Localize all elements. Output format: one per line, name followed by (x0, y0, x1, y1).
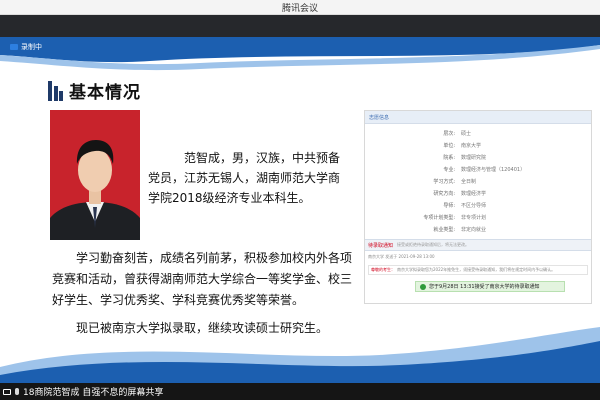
message-text: 南京大学拟录取您为2022年推免生，须接受待录取通知，我们将在规定时间内予以确认… (397, 267, 556, 272)
notice-message: 尊敬的考生： 南京大学拟录取您为2022年推免生，须接受待录取通知，我们将在规定… (368, 265, 588, 275)
row-value: 数理经济与管理（120401） (461, 167, 526, 173)
portrait-image (50, 110, 140, 240)
document-row: 导师: 不区分导师 (365, 201, 591, 210)
window-title: 腾讯会议 (281, 3, 318, 14)
row-value: 硕士 (461, 131, 472, 137)
notice-meta: 南京大学 发送于 2021-09-28 13:00 (368, 254, 435, 259)
document-row: 专项计划类型: 非专项计划 (365, 213, 591, 222)
document-row: 专业: 数理经济与管理（120401） (365, 165, 591, 174)
intro-line: 范智成，男，汉族，中共预备 (184, 151, 341, 165)
row-value: 不区分导师 (461, 203, 487, 209)
row-value: 南京大学 (461, 143, 482, 149)
row-label: 层次: (443, 131, 455, 137)
bar-chart-icon (48, 80, 63, 101)
screen-share-bar: 18商院范智成 自强不息的屏幕共享 (0, 383, 600, 400)
paragraph-line: 现已被南京大学拟录取，继续攻读硕士研究生。 (76, 321, 329, 335)
intro-line: 学院2018级经济专业本科生。 (148, 191, 311, 205)
row-value: 数理研究院 (461, 155, 487, 161)
section-note: 接受或拒绝待录取通知后，将无法更改。 (397, 242, 470, 247)
slide-wave-top (0, 37, 600, 71)
document-row: 就业类型: 非定向就业 (365, 225, 591, 234)
message-lead: 尊敬的考生： (371, 267, 395, 272)
document-row: 学习方式: 全日制 (365, 177, 591, 186)
pending-notice-section: 待录取通知 接受或拒绝待录取通知后，将无法更改。 (365, 239, 591, 251)
document-row: 层次: 硕士 (365, 129, 591, 138)
document-header: 志愿信息 (365, 111, 591, 124)
row-value: 全日制 (461, 179, 477, 185)
admission-paragraph: 现已被南京大学拟录取，继续攻读硕士研究生。 (52, 318, 328, 339)
paragraph-line: 好学生、学习优秀奖、学科竞赛优秀奖等荣誉。 (52, 293, 305, 307)
student-photo (50, 110, 140, 240)
record-icon (10, 44, 18, 50)
row-label: 学习方式: (433, 179, 455, 185)
accepted-notice-badge: 您于9月28日 13:31接受了南京大学的待录取通知 (415, 281, 565, 292)
intro-line: 党员，江苏无锡人，湖南师范大学商 (148, 171, 341, 185)
row-value: 非定向就业 (461, 227, 487, 233)
row-label: 单位: (443, 143, 455, 149)
section-label: 待录取通知 (368, 242, 394, 249)
screen-share-label: 18商院范智成 自强不息的屏幕共享 (23, 388, 164, 398)
row-label: 院系: (443, 155, 455, 161)
row-value: 非专项计划 (461, 215, 487, 221)
admission-document-screenshot: 志愿信息 层次: 硕士 单位: 南京大学 院系: 数理研究院 专业: 数理经济与管理（1… (364, 110, 592, 304)
recording-label: 录制中 (21, 43, 42, 51)
monitor-icon (3, 388, 11, 395)
row-value: 数理经济学 (461, 191, 487, 197)
recording-indicator[interactable]: 录制中 (10, 42, 42, 52)
paragraph-line: 学习勤奋刻苦，成绩名列前茅，积极参加校内外各项 (76, 251, 353, 265)
row-label: 导师: (443, 203, 455, 209)
achievements-paragraph: 学习勤奋刻苦，成绩名列前茅，积极参加校内外各项 竞赛和活动，曾获得湖南师范大学综… (52, 248, 352, 311)
microphone-icon[interactable] (15, 388, 19, 395)
intro-text: 范智成，男，汉族，中共预备 党员，江苏无锡人，湖南师范大学商 学院2018级经济… (148, 148, 358, 208)
accepted-text: 您于9月28日 13:31接受了南京大学的待录取通知 (429, 284, 540, 290)
slide-title: 基本情况 (69, 83, 141, 103)
document-row: 单位: 南京大学 (365, 141, 591, 150)
paragraph-line: 竞赛和活动，曾获得湖南师范大学综合一等奖学金、校三 (52, 272, 353, 286)
row-label: 专项计划类型: (423, 215, 455, 221)
row-label: 就业类型: (433, 227, 455, 233)
check-circle-icon (420, 283, 426, 290)
slide-heading: 基本情况 (48, 78, 141, 103)
row-label: 研究方向: (433, 191, 455, 197)
meeting-toolbar-strip (0, 15, 600, 37)
document-row: 研究方向: 数理经济学 (365, 189, 591, 198)
row-label: 专业: (443, 167, 455, 173)
window-titlebar: 腾讯会议 (0, 0, 600, 15)
document-row: 院系: 数理研究院 (365, 153, 591, 162)
